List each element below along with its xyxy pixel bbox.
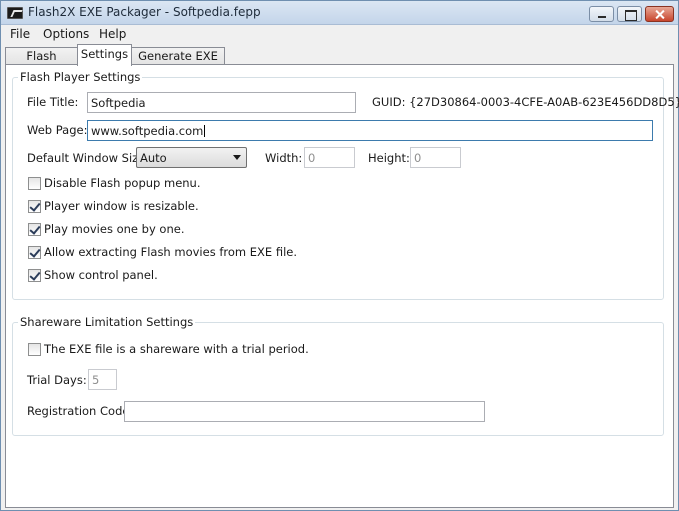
tab-generate-exe[interactable]: Generate EXE File bbox=[131, 47, 225, 77]
minimize-button[interactable] bbox=[589, 6, 614, 22]
title-bar[interactable]: Flash2X EXE Packager - Softpedia.fepp bbox=[1, 1, 678, 25]
checkbox-box[interactable] bbox=[28, 223, 41, 236]
width-input[interactable]: 0 bbox=[304, 147, 355, 168]
checkbox-box[interactable] bbox=[28, 343, 41, 356]
flash-app-icon bbox=[7, 7, 23, 19]
window-size-select[interactable]: Auto bbox=[136, 147, 247, 168]
guid-text: GUID: {27D30864-0003-4CFE-A0AB-623E456DD… bbox=[372, 95, 679, 109]
file-title-input[interactable]: Softpedia bbox=[87, 92, 356, 113]
group-title-flash-player: Flash Player Settings bbox=[18, 70, 143, 84]
menu-bar: File Options Help bbox=[1, 25, 678, 44]
checkbox-box[interactable] bbox=[28, 200, 41, 213]
file-title-label: File Title: bbox=[27, 95, 79, 109]
checkbox-label: Show control panel. bbox=[44, 268, 158, 282]
checkbox-box[interactable] bbox=[28, 246, 41, 259]
registration-code-label: Registration Code: bbox=[27, 404, 134, 418]
trial-days-input[interactable]: 5 bbox=[88, 369, 117, 390]
checkbox-label: Player window is resizable. bbox=[44, 199, 199, 213]
tab-strip: Flash Movies Settings Generate EXE File bbox=[1, 44, 678, 77]
checkbox-label: Allow extracting Flash movies from EXE f… bbox=[44, 245, 297, 259]
text-caret bbox=[204, 125, 206, 137]
tab-settings[interactable]: Settings bbox=[77, 44, 132, 66]
menu-options[interactable]: Options bbox=[43, 27, 89, 41]
height-label: Height: bbox=[368, 151, 410, 165]
chevron-down-icon bbox=[233, 155, 241, 160]
menu-file[interactable]: File bbox=[10, 27, 30, 41]
web-page-value: www.softpedia.com bbox=[91, 124, 204, 138]
checkbox-label: Play movies one by one. bbox=[44, 222, 185, 236]
menu-help[interactable]: Help bbox=[99, 27, 126, 41]
window-size-label: Default Window Size: bbox=[27, 151, 150, 165]
checkbox-label: Disable Flash popup menu. bbox=[44, 176, 201, 190]
tab-flash-movies[interactable]: Flash Movies bbox=[5, 47, 78, 77]
web-page-label: Web Page: bbox=[27, 123, 88, 137]
app-window: Flash2X EXE Packager - Softpedia.fepp Fi… bbox=[0, 0, 679, 511]
window-size-value: Auto bbox=[140, 151, 167, 165]
checkbox-box[interactable] bbox=[28, 269, 41, 282]
shareware-settings-group: Shareware Limitation Settings The EXE fi… bbox=[12, 315, 664, 436]
flash-player-settings-group: Flash Player Settings File Title: Softpe… bbox=[12, 70, 679, 300]
checkbox-box[interactable] bbox=[28, 177, 41, 190]
height-input[interactable]: 0 bbox=[410, 147, 461, 168]
registration-code-input[interactable] bbox=[124, 401, 485, 422]
checkbox-label: The EXE file is a shareware with a trial… bbox=[44, 342, 309, 356]
width-label: Width: bbox=[265, 151, 303, 165]
window-title: Flash2X EXE Packager - Softpedia.fepp bbox=[28, 5, 261, 19]
settings-panel: Flash Player Settings File Title: Softpe… bbox=[5, 64, 679, 508]
group-title-shareware: Shareware Limitation Settings bbox=[18, 315, 196, 329]
close-button[interactable] bbox=[645, 6, 674, 22]
trial-days-label: Trial Days: bbox=[27, 373, 87, 387]
web-page-input[interactable]: www.softpedia.com bbox=[87, 120, 653, 141]
maximize-button[interactable] bbox=[617, 6, 642, 22]
